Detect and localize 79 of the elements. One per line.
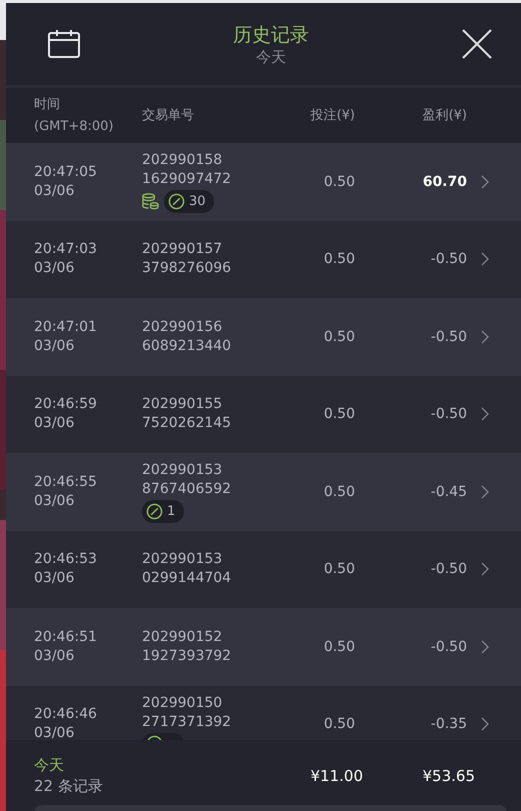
chevron-right-icon xyxy=(481,252,489,266)
bet-amount: 0.50 xyxy=(322,561,355,578)
time-text: 20:46:51 xyxy=(34,628,98,647)
bet-amount: 0.50 xyxy=(322,716,355,732)
close-icon[interactable] xyxy=(462,29,492,59)
date-text: 03/06 xyxy=(34,336,76,356)
bet-amount: 0.50 xyxy=(322,638,355,655)
date-text: 03/06 xyxy=(34,646,76,666)
order-number: 202990155 xyxy=(142,395,224,414)
column-header: 交易单号 xyxy=(142,106,195,124)
profit-amount: 60.70 xyxy=(422,174,467,190)
record-row[interactable]: 20:47:05 03/06 202990158 1629097472 30 0.50 60.70 xyxy=(6,143,521,220)
calendar-icon[interactable] xyxy=(48,30,80,58)
record-row[interactable]: 20:46:55 03/06 202990153 8767406592 1 0.50 -0.45 xyxy=(6,453,521,530)
window-title: 历史记录 xyxy=(233,22,309,48)
order-number: 202990156 xyxy=(142,318,224,337)
order-number: 1927393792 xyxy=(142,646,232,666)
time-text: 20:46:55 xyxy=(34,472,98,492)
order-number: 8767406592 xyxy=(142,480,232,499)
order-number: 202990158 xyxy=(142,150,224,170)
time-text: 20:46:53 xyxy=(34,550,98,570)
date-text: 03/06 xyxy=(34,569,76,588)
record-row[interactable]: 20:46:59 03/06 202990155 7520262145 0.50 -0.50 xyxy=(6,376,521,453)
coins-icon xyxy=(142,192,159,210)
total-bet: ¥11.00 xyxy=(310,766,363,784)
order-number: 202990152 xyxy=(142,628,224,647)
time-text: 20:46:59 xyxy=(34,395,98,414)
bet-amount: 0.50 xyxy=(322,174,355,190)
time-text: 20:47:03 xyxy=(34,240,98,260)
bet-amount: 0.50 xyxy=(322,406,355,422)
order-number: 202990153 xyxy=(142,550,224,570)
profit-amount: -0.50 xyxy=(430,561,467,578)
profit-amount: -0.50 xyxy=(430,406,467,422)
record-row[interactable]: 20:47:03 03/06 202990157 3798276096 0.50 -0.50 xyxy=(6,220,521,298)
bet-amount: 0.50 xyxy=(322,484,355,500)
order-number: 202990157 xyxy=(142,240,224,260)
chevron-right-icon xyxy=(481,484,489,499)
bet-amount: 0.50 xyxy=(322,251,355,268)
date-text: 03/06 xyxy=(34,414,76,434)
order-number: 3798276096 xyxy=(142,259,232,278)
total-profit: ¥53.65 xyxy=(422,766,475,784)
date-text: 03/06 xyxy=(34,259,76,278)
record-count: 22 条记录 xyxy=(34,776,104,796)
bet-amount: 0.50 xyxy=(322,328,355,345)
profit-amount: -0.45 xyxy=(430,484,467,500)
time-text: 20:46:46 xyxy=(34,705,98,724)
record-row[interactable]: 20:46:46 03/06 202990150 2717371392 0.50 -0.35 xyxy=(6,686,521,740)
date-text: 03/06 xyxy=(34,724,76,740)
multiplier-badge: 1 xyxy=(142,500,184,523)
chevron-right-icon xyxy=(481,407,489,422)
column-header: 盈利(¥) xyxy=(422,106,467,124)
chevron-right-icon xyxy=(481,330,489,344)
window-subtitle: 今天 xyxy=(256,48,286,66)
multiplier-badge: 30 xyxy=(164,190,214,213)
profit-amount: -0.50 xyxy=(430,638,467,655)
date-text: 03/06 xyxy=(34,182,76,201)
column-header: 投注(¥) xyxy=(310,106,355,124)
chevron-right-icon xyxy=(481,174,489,189)
record-row[interactable]: 20:46:51 03/06 202990152 1927393792 0.50 -0.50 xyxy=(6,608,521,686)
record-row[interactable]: 20:46:53 03/06 202990153 0299144704 0.50 -0.50 xyxy=(6,530,521,608)
profit-amount: -0.35 xyxy=(430,716,467,732)
order-number: 202990150 xyxy=(142,694,224,714)
date-text: 03/06 xyxy=(34,492,76,511)
period-label: 今天 xyxy=(34,754,65,776)
chevron-right-icon xyxy=(481,640,489,654)
order-number: 7520262145 xyxy=(142,414,232,434)
chevron-right-icon xyxy=(481,562,489,576)
column-header: 时间 (GMT+8:00) xyxy=(34,96,114,136)
profit-amount: -0.50 xyxy=(430,328,467,345)
record-row[interactable]: 20:47:01 03/06 202990156 6089213440 0.50 -0.50 xyxy=(6,298,521,376)
order-number: 0299144704 xyxy=(142,569,232,588)
order-number: 6089213440 xyxy=(142,336,232,356)
order-number: 2717371392 xyxy=(142,713,232,732)
profit-amount: -0.50 xyxy=(430,251,467,268)
time-text: 20:47:01 xyxy=(34,318,98,337)
time-text: 20:47:05 xyxy=(34,162,98,182)
chevron-right-icon xyxy=(481,717,489,732)
order-number: 202990153 xyxy=(142,460,224,480)
order-number: 1629097472 xyxy=(142,170,232,189)
